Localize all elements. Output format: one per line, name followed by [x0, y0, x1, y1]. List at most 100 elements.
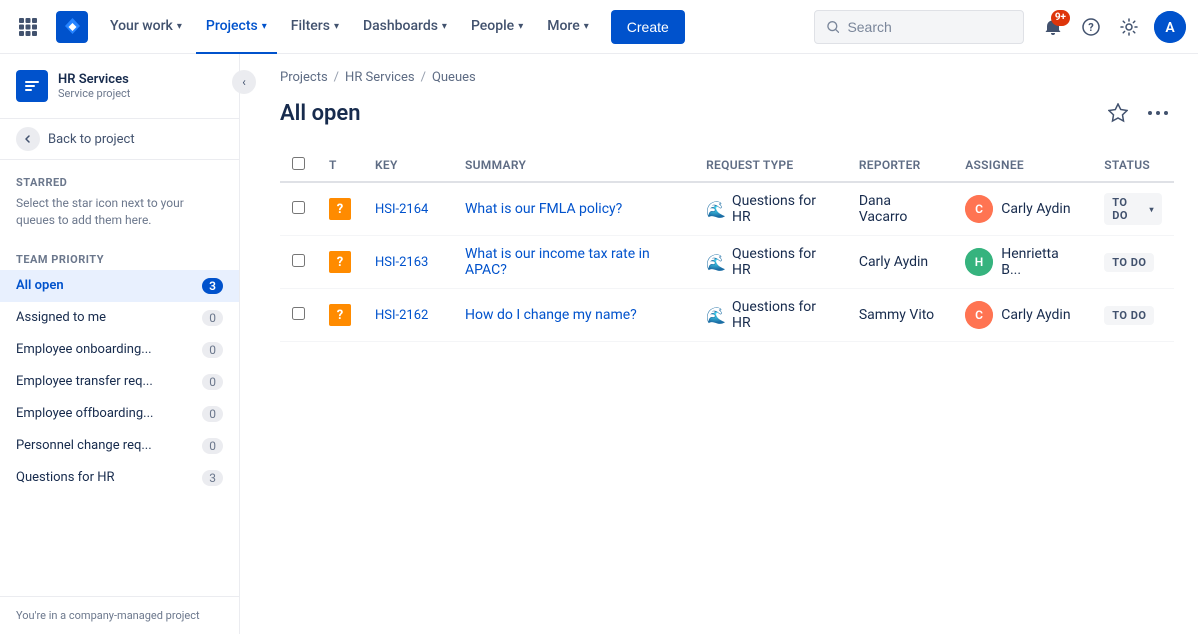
main-content: Projects / HR Services / Queues All open	[256, 54, 1198, 634]
col-assignee: Assignee	[953, 149, 1092, 182]
jira-logo[interactable]	[56, 11, 88, 43]
status-label: TO DO	[1112, 196, 1145, 222]
row-checkbox[interactable]	[292, 254, 305, 267]
sidebar-item-employee-offboarding[interactable]: Employee offboarding... 0	[0, 398, 239, 430]
sidebar-item-assigned-to-me[interactable]: Assigned to me 0	[0, 302, 239, 334]
request-type-icon: 🌊	[706, 200, 726, 219]
assignee-name: Henrietta B...	[1001, 246, 1080, 278]
issue-summary-link[interactable]: What is our income tax rate in APAC?	[465, 246, 650, 278]
row-key-cell[interactable]: HSI-2164	[363, 182, 453, 236]
request-type-icon: 🌊	[706, 306, 726, 325]
assignee-avatar: C	[965, 195, 993, 223]
issue-summary-link[interactable]: How do I change my name?	[465, 307, 637, 323]
row-assignee-cell: C Carly Aydin	[953, 182, 1092, 236]
help-button[interactable]: ?	[1074, 10, 1108, 44]
notifications-button[interactable]: 9+	[1036, 10, 1070, 44]
sidebar-item-count: 0	[202, 374, 223, 390]
user-avatar[interactable]: A	[1154, 11, 1186, 43]
sidebar-item-questions-hr[interactable]: Questions for HR 3	[0, 462, 239, 494]
main-layout: HR Services Service project Back to proj…	[0, 54, 1198, 634]
back-label: Back to project	[48, 132, 135, 147]
settings-button[interactable]	[1112, 10, 1146, 44]
sidebar-item-all-open[interactable]: All open 3	[0, 270, 239, 302]
table-row: ? HSI-2162 How do I change my name? 🌊 Qu…	[280, 289, 1174, 342]
col-checkbox	[280, 149, 317, 182]
grid-menu-icon[interactable]	[12, 11, 44, 43]
breadcrumb-queues[interactable]: Queues	[432, 70, 476, 85]
row-reporter-cell: Dana Vacarro	[847, 182, 953, 236]
row-assignee-cell: H Henrietta B...	[953, 236, 1092, 289]
assignee-avatar: C	[965, 301, 993, 329]
page-actions	[1102, 97, 1174, 129]
sidebar-item-count: 0	[202, 310, 223, 326]
row-summary-cell: What is our income tax rate in APAC?	[453, 236, 694, 289]
project-info: HR Services Service project	[58, 72, 130, 100]
issue-type-icon: ?	[329, 251, 351, 273]
row-checkbox[interactable]	[292, 201, 305, 214]
nav-people[interactable]: People ▾	[461, 0, 533, 54]
project-icon-graphic	[21, 75, 43, 97]
svg-text:?: ?	[1088, 21, 1094, 34]
back-to-project-button[interactable]: Back to project	[0, 118, 239, 160]
sidebar: HR Services Service project Back to proj…	[0, 54, 240, 634]
sidebar-item-count: 0	[202, 342, 223, 358]
col-status: Status	[1092, 149, 1174, 182]
page-header: All open	[280, 97, 1174, 129]
svg-text:C: C	[975, 308, 983, 322]
row-summary-cell: What is our FMLA policy?	[453, 182, 694, 236]
row-assignee-cell: C Carly Aydin	[953, 289, 1092, 342]
row-request-type-cell: 🌊 Questions for HR	[694, 289, 847, 342]
nav-dashboards[interactable]: Dashboards ▾	[353, 0, 457, 54]
sidebar-item-employee-onboarding[interactable]: Employee onboarding... 0	[0, 334, 239, 366]
breadcrumb-projects[interactable]: Projects	[280, 70, 328, 85]
sidebar-collapse-button[interactable]: ‹	[232, 70, 256, 94]
create-button[interactable]: Create	[611, 10, 685, 44]
status-badge[interactable]: TO DO ▾	[1104, 193, 1162, 225]
nav-your-work[interactable]: Your work ▾	[100, 0, 192, 54]
sidebar-item-personnel-change[interactable]: Personnel change req... 0	[0, 430, 239, 462]
sidebar-item-count: 0	[202, 438, 223, 454]
more-options-button[interactable]	[1142, 97, 1174, 129]
svg-text:C: C	[975, 202, 983, 216]
status-badge[interactable]: TO DO	[1104, 253, 1154, 272]
sidebar-footer: You're in a company-managed project	[0, 596, 239, 634]
breadcrumb-hr-services[interactable]: HR Services	[345, 70, 415, 85]
nav-projects[interactable]: Projects ▾	[196, 0, 277, 54]
request-type-label: Questions for HR	[732, 246, 835, 278]
sidebar-item-employee-transfer[interactable]: Employee transfer req... 0	[0, 366, 239, 398]
search-input[interactable]	[847, 19, 1011, 35]
row-checkbox[interactable]	[292, 307, 305, 320]
col-key: Key	[363, 149, 453, 182]
sidebar-item-label: Questions for HR	[16, 470, 115, 485]
issue-type-icon: ?	[329, 304, 351, 326]
issue-summary-link[interactable]: What is our FMLA policy?	[465, 201, 622, 217]
row-key-cell[interactable]: HSI-2162	[363, 289, 453, 342]
sidebar-item-label: Employee transfer req...	[16, 374, 153, 389]
sidebar-item-count: 0	[202, 406, 223, 422]
breadcrumb-separator: /	[421, 70, 426, 85]
more-dots-icon	[1148, 111, 1168, 115]
chevron-down-icon: ▾	[177, 21, 182, 32]
select-all-checkbox[interactable]	[292, 157, 305, 170]
chevron-down-icon: ▾	[442, 21, 447, 32]
row-status-cell: TO DO ▾	[1092, 182, 1174, 236]
issue-type-icon: ?	[329, 198, 351, 220]
assignee-name: Carly Aydin	[1001, 201, 1070, 217]
status-badge[interactable]: TO DO	[1104, 306, 1154, 325]
svg-text:H: H	[975, 255, 984, 269]
nav-filters[interactable]: Filters ▾	[281, 0, 349, 54]
row-key-cell[interactable]: HSI-2163	[363, 236, 453, 289]
search-bar[interactable]	[814, 10, 1024, 44]
nav-more[interactable]: More ▾	[537, 0, 599, 54]
project-type: Service project	[58, 87, 130, 100]
breadcrumb: Projects / HR Services / Queues	[280, 70, 1174, 85]
row-request-type-cell: 🌊 Questions for HR	[694, 182, 847, 236]
assignee-name: Carly Aydin	[1001, 307, 1070, 323]
status-label: TO DO	[1112, 256, 1146, 269]
col-type: T	[317, 149, 363, 182]
sidebar-item-label: All open	[16, 278, 64, 293]
row-summary-cell: How do I change my name?	[453, 289, 694, 342]
sidebar-item-label: Assigned to me	[16, 310, 106, 325]
star-button[interactable]	[1102, 97, 1134, 129]
row-request-type-cell: 🌊 Questions for HR	[694, 236, 847, 289]
